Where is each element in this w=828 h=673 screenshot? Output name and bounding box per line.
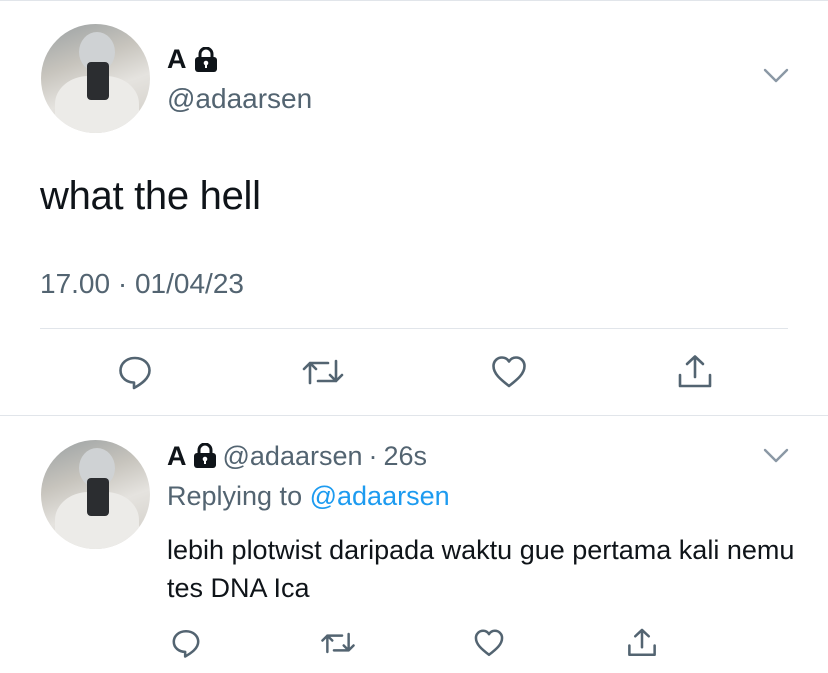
avatar-phone	[87, 62, 109, 100]
author-name-row[interactable]: A	[167, 46, 218, 73]
replying-to-line: Replying to @adaarsen	[167, 480, 450, 512]
chevron-down-icon[interactable]	[762, 446, 790, 466]
reply-text: lebih plotwist daripada waktu gue pertam…	[167, 535, 795, 603]
reply-header: A @adaarsen · 26s	[167, 440, 427, 472]
share-icon[interactable]	[626, 627, 658, 659]
author-name[interactable]: A	[167, 46, 187, 73]
reply-avatar[interactable]	[41, 440, 150, 549]
top-divider	[0, 0, 828, 1]
share-icon[interactable]	[676, 353, 714, 391]
replying-to-prefix: Replying to	[167, 481, 303, 511]
meta-separator: ·	[117, 268, 128, 299]
reply-icon[interactable]	[170, 627, 202, 659]
reply-author-name[interactable]: A	[167, 440, 187, 472]
tweet-time: 17.00	[40, 268, 111, 299]
avatar[interactable]	[41, 24, 150, 133]
avatar-phone	[87, 478, 109, 516]
tweet-date: 01/04/23	[134, 268, 244, 299]
retweet-icon[interactable]	[320, 627, 356, 659]
chevron-down-icon[interactable]	[762, 66, 790, 86]
lock-icon	[194, 46, 218, 73]
tweet-divider	[0, 415, 828, 416]
author-handle[interactable]: @adaarsen	[167, 82, 312, 116]
reply-author-handle[interactable]: @adaarsen	[223, 440, 363, 472]
retweet-icon[interactable]	[301, 353, 345, 391]
tweet-text: what the hell	[40, 174, 261, 218]
header-separator: ·	[368, 441, 378, 471]
replying-to-mention[interactable]: @adaarsen	[310, 481, 450, 511]
like-icon[interactable]	[473, 627, 505, 659]
like-icon[interactable]	[490, 353, 528, 391]
tweet-timestamp[interactable]: 17.00 · 01/04/23	[40, 267, 244, 301]
lock-icon	[193, 443, 217, 469]
reply-timestamp[interactable]: 26s	[384, 440, 428, 472]
action-bar-divider	[40, 328, 788, 329]
reply-icon[interactable]	[116, 353, 154, 391]
